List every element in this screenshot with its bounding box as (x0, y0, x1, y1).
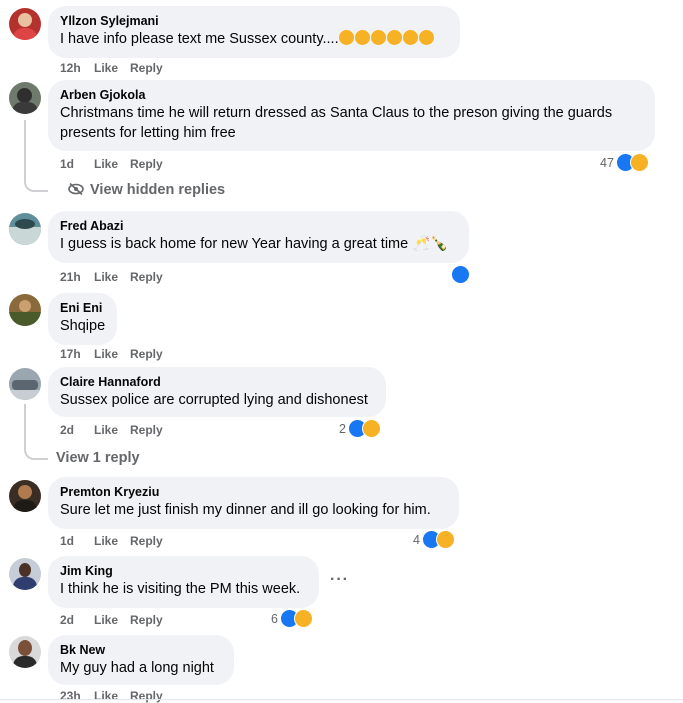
view-replies-link[interactable]: View 1 reply (56, 450, 140, 466)
comment-text: Sussex police are corrupted lying and di… (60, 392, 368, 408)
like-button[interactable]: Like (94, 61, 118, 75)
comment-actions: 21h Like Reply (60, 270, 163, 284)
avatar[interactable] (9, 213, 41, 245)
reaction-summary[interactable]: 47 (600, 153, 649, 172)
view-hidden-replies-link[interactable]: View hidden replies (68, 182, 225, 198)
comment-actions: 17h Like Reply (60, 347, 163, 361)
avatar[interactable] (9, 294, 41, 326)
reaction-summary[interactable] (451, 265, 470, 284)
reply-button[interactable]: Reply (130, 347, 163, 361)
reply-button[interactable]: Reply (130, 613, 163, 627)
like-button[interactable]: Like (94, 613, 118, 627)
like-reaction-icon (451, 265, 470, 284)
reaction-count: 4 (413, 532, 420, 547)
comment-actions: 2d Like Reply (60, 613, 163, 627)
comment-bubble: Premton Kryeziu Sure let me just finish … (48, 477, 459, 529)
comment-text: Christmans time he will return dressed a… (60, 105, 613, 141)
haha-reaction-icon (361, 419, 381, 438)
avatar[interactable] (9, 558, 41, 590)
comment-bubble: Jim King I think he is visiting the PM t… (48, 556, 319, 608)
comment-bubble: Bk New My guy had a long night (48, 635, 234, 685)
timestamp[interactable]: 2d (60, 423, 94, 437)
reaction-count: 47 (600, 155, 614, 170)
reaction-count: 2 (339, 421, 346, 436)
thread-line (24, 120, 48, 192)
more-options-icon[interactable]: ··· (330, 571, 349, 589)
reply-button[interactable]: Reply (130, 61, 163, 75)
reaction-summary[interactable]: 6 (271, 609, 313, 628)
divider (0, 699, 683, 700)
timestamp[interactable]: 1d (60, 534, 94, 548)
comment-text: My guy had a long night (60, 660, 214, 676)
commenter-name[interactable]: Claire Hannaford (60, 374, 374, 390)
like-button[interactable]: Like (94, 270, 118, 284)
avatar[interactable] (9, 8, 41, 40)
haha-reaction-icon (629, 153, 649, 172)
comment-actions: 1d Like Reply (60, 157, 163, 171)
thread-line (24, 404, 48, 460)
eye-off-icon (68, 182, 84, 196)
haha-reaction-icon (435, 530, 455, 549)
like-button[interactable]: Like (94, 347, 118, 361)
reply-button[interactable]: Reply (130, 270, 163, 284)
laughing-emoji-icon (338, 30, 435, 47)
comment-text: I have info please text me Sussex county… (60, 29, 448, 49)
haha-reaction-icon (293, 609, 313, 628)
comment-text: Shqipe (60, 318, 106, 334)
reaction-summary[interactable]: 2 (339, 419, 381, 438)
reaction-summary[interactable]: 4 (413, 530, 455, 549)
timestamp[interactable]: 17h (60, 347, 94, 361)
comment-bubble: Yllzon Sylejmani I have info please text… (48, 6, 460, 58)
timestamp[interactable]: 21h (60, 270, 94, 284)
like-button[interactable]: Like (94, 534, 118, 548)
commenter-name[interactable]: Jim King (60, 563, 307, 579)
comment-bubble: Fred Abazi I guess is back home for new … (48, 211, 469, 263)
avatar[interactable] (9, 480, 41, 512)
avatar[interactable] (9, 368, 41, 400)
comment-bubble: Eni Eni Shqipe (48, 293, 117, 345)
reply-button[interactable]: Reply (130, 534, 163, 548)
commenter-name[interactable]: Eni Eni (60, 300, 105, 316)
reply-button[interactable]: Reply (130, 157, 163, 171)
comment-text: I guess is back home for new Year having… (60, 236, 449, 252)
commenter-name[interactable]: Fred Abazi (60, 218, 457, 234)
commenter-name[interactable]: Bk New (60, 642, 222, 658)
reply-button[interactable]: Reply (130, 423, 163, 437)
comment-text: I think he is visiting the PM this week. (60, 581, 301, 597)
timestamp[interactable]: 12h (60, 61, 94, 75)
comment-actions: 2d Like Reply (60, 423, 163, 437)
timestamp[interactable]: 1d (60, 157, 94, 171)
comment-actions: 1d Like Reply (60, 534, 163, 548)
comment-text: Sure let me just finish my dinner and il… (60, 502, 431, 518)
commenter-name[interactable]: Premton Kryeziu (60, 484, 447, 500)
avatar[interactable] (9, 82, 41, 114)
commenter-name[interactable]: Yllzon Sylejmani (60, 13, 448, 29)
comment-bubble: Arben Gjokola Christmans time he will re… (48, 80, 655, 151)
reaction-count: 6 (271, 611, 278, 626)
like-button[interactable]: Like (94, 423, 118, 437)
timestamp[interactable]: 2d (60, 613, 94, 627)
comment-bubble: Claire Hannaford Sussex police are corru… (48, 367, 386, 417)
commenter-name[interactable]: Arben Gjokola (60, 87, 643, 103)
avatar[interactable] (9, 636, 41, 668)
comment-actions: 12h Like Reply (60, 61, 163, 75)
like-button[interactable]: Like (94, 157, 118, 171)
